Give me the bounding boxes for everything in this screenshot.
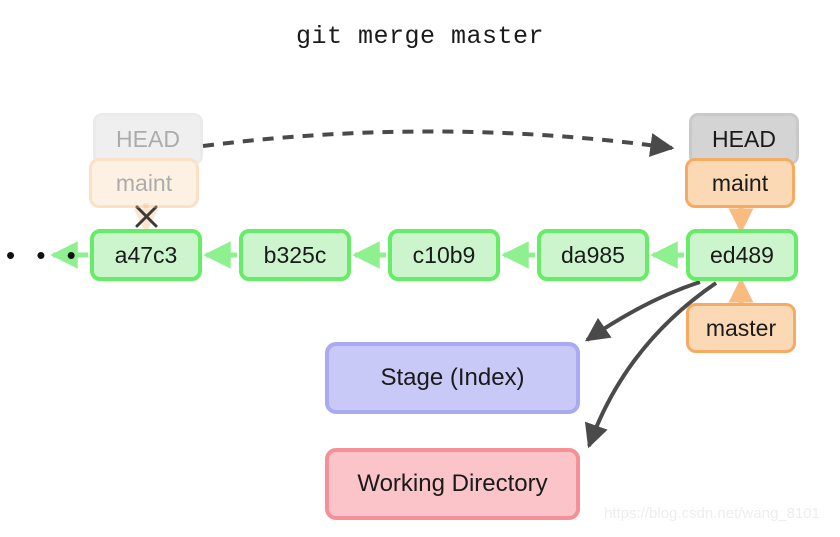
commit-node[interactable]: b325c xyxy=(239,229,351,281)
commit-node[interactable]: da985 xyxy=(537,229,649,281)
commit-id: c10b9 xyxy=(412,241,476,268)
commit-id: a47c3 xyxy=(114,241,178,268)
arrow-head-moves xyxy=(202,129,675,157)
stage-index-box[interactable]: Stage (Index) xyxy=(325,342,580,414)
ghost-maint-label: maint xyxy=(115,169,173,196)
maint-ref-label: maint xyxy=(711,169,769,196)
ghost-head-label: HEAD xyxy=(116,125,180,152)
commit-node[interactable]: a47c3 xyxy=(90,229,202,281)
working-directory-label: Working Directory xyxy=(357,470,548,497)
arrow-ed489-to-stage xyxy=(585,280,701,342)
history-ellipsis: • • • xyxy=(6,240,83,270)
page-title: git merge master xyxy=(295,22,545,51)
commit-node[interactable]: c10b9 xyxy=(388,229,500,281)
head-label: HEAD xyxy=(712,125,776,152)
commit-id: da985 xyxy=(561,241,625,268)
cross-mark-icon xyxy=(135,205,158,228)
master-ref-label: master xyxy=(705,314,777,341)
master-ref-box[interactable]: master xyxy=(686,303,796,353)
ghost-maint-box: maint xyxy=(89,158,199,208)
diagram-canvas: git merge master • • • HEAD maint HEAD m… xyxy=(0,0,840,537)
watermark-text: https://blog.csdn.net/wang_8101 xyxy=(604,505,820,522)
working-directory-box[interactable]: Working Directory xyxy=(325,448,580,520)
commit-node[interactable]: ed489 xyxy=(686,229,798,281)
maint-ref-box[interactable]: maint xyxy=(685,158,795,208)
commit-id: b325c xyxy=(263,241,327,268)
stage-index-label: Stage (Index) xyxy=(380,364,525,391)
commit-id: ed489 xyxy=(710,241,774,268)
